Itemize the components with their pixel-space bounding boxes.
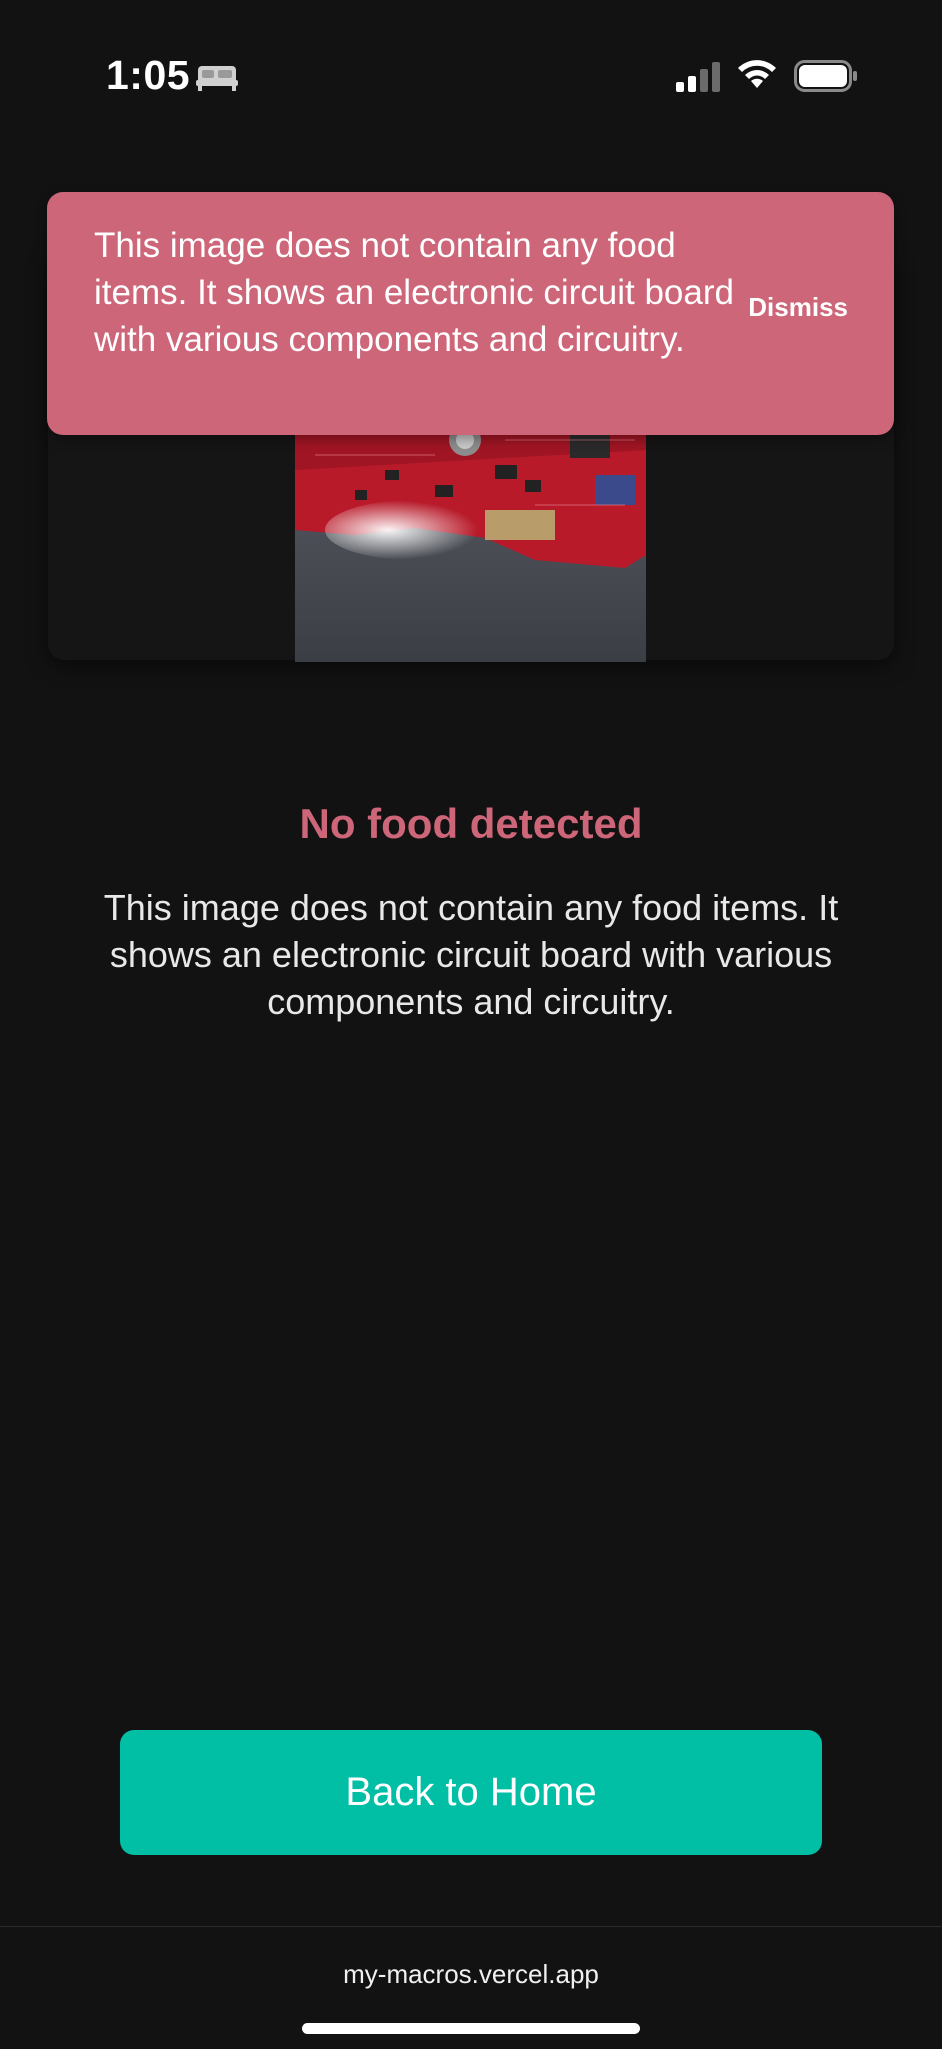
status-time: 1:05 (106, 52, 191, 98)
browser-url[interactable]: my-macros.vercel.app (0, 1959, 942, 1990)
bed-icon (196, 66, 238, 91)
status-bar: 1:05 (0, 0, 942, 150)
circuit-board-photo (295, 410, 646, 662)
result-title: No food detected (299, 800, 643, 847)
wifi-icon (738, 60, 776, 88)
result-description: This image does not contain any food ite… (103, 887, 839, 1022)
home-indicator[interactable] (302, 2023, 640, 2034)
error-toast: This image does not contain any food ite… (47, 192, 894, 435)
battery-icon (794, 60, 857, 92)
dismiss-button[interactable]: Dismiss (748, 292, 848, 323)
toast-message: This image does not contain any food ite… (94, 226, 734, 359)
cellular-signal-icon (676, 62, 720, 92)
back-to-home-button[interactable]: Back to Home (120, 1730, 822, 1855)
browser-bar: my-macros.vercel.app (0, 1926, 942, 2049)
